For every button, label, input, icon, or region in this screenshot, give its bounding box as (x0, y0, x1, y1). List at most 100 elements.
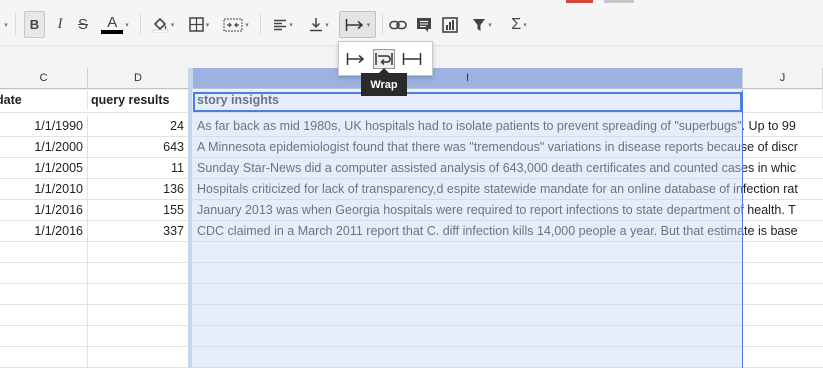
cell[interactable]: 1/1/2016 (0, 221, 88, 241)
cell[interactable]: 11 (88, 158, 189, 178)
table-row: 1/1/1990 24 As far back as mid 1980s, UK… (0, 116, 823, 137)
table-row: 1/1/2016 337 CDC claimed in a March 2011… (0, 221, 823, 242)
column-header-j[interactable]: J (743, 68, 823, 89)
text-wrapping-button[interactable]: ▾ (339, 11, 376, 38)
cell[interactable]: 643 (88, 137, 189, 157)
cell[interactable] (88, 347, 189, 367)
cell[interactable]: 1/1/1990 (0, 116, 88, 136)
insert-comment-button[interactable] (414, 11, 434, 38)
horizontal-align-button[interactable]: ▾ (268, 11, 298, 38)
cell[interactable] (88, 305, 189, 325)
cell[interactable]: As far back as mid 1980s, UK hospitals h… (193, 116, 823, 136)
text-color-swatch (101, 29, 124, 34)
chevron-down-icon: ▾ (523, 21, 527, 29)
cell[interactable]: 155 (88, 200, 189, 220)
overflow-option[interactable] (345, 49, 367, 69)
cell[interactable] (0, 242, 88, 262)
link-icon (389, 20, 407, 29)
table-row (0, 326, 823, 347)
cell-grid: date query results story insights 1/1/19… (0, 90, 823, 368)
column-header-label: D (134, 72, 142, 84)
chevron-down-icon: ▾ (325, 21, 329, 29)
cell[interactable]: January 2013 was when Georgia hospitals … (193, 200, 823, 220)
align-left-icon (274, 19, 287, 30)
chevron-down-icon: ▾ (289, 21, 293, 29)
cell[interactable] (88, 326, 189, 346)
cell[interactable] (88, 242, 189, 262)
chart-icon (442, 16, 458, 33)
insert-chart-button[interactable] (440, 11, 460, 38)
cell[interactable]: 1/1/2000 (0, 137, 88, 157)
table-row (0, 305, 823, 326)
borders-button[interactable]: ▾ (184, 11, 214, 38)
cell[interactable]: 24 (88, 116, 189, 136)
functions-label: Σ (511, 15, 522, 33)
tooltip-text: Wrap (370, 78, 398, 91)
cell[interactable] (0, 263, 88, 283)
wrap-option[interactable] (373, 49, 395, 69)
text-color-label: A (107, 13, 118, 31)
functions-button[interactable]: Σ ▾ (503, 11, 535, 38)
table-row: 1/1/2005 11 Sunday Star-News did a compu… (0, 158, 823, 179)
cell[interactable]: CDC claimed in a March 2011 report that … (193, 221, 823, 241)
toolbar: ▾ B I S A ▾ ▾ ▾ ▾ ▾ ▾ ▾ ▾ Σ ▾ (0, 0, 823, 46)
cell[interactable] (88, 284, 189, 304)
italic-button[interactable]: I (51, 11, 69, 38)
text-color-button[interactable]: A ▾ (98, 11, 132, 38)
cell[interactable]: A Minnesota epidemiologist found that th… (193, 137, 823, 157)
cell[interactable]: 337 (88, 221, 189, 241)
bold-label: B (29, 17, 40, 32)
wrap-icon (375, 53, 393, 65)
cell[interactable]: Hospitals criticized for lack of transpa… (193, 179, 823, 199)
cell[interactable]: 1/1/2005 (0, 158, 88, 178)
cell[interactable] (88, 263, 189, 283)
fill-color-button[interactable]: ▾ (148, 11, 178, 38)
table-row (0, 347, 823, 368)
cell[interactable] (0, 305, 88, 325)
bold-button[interactable]: B (24, 11, 45, 38)
column-header-label: I (465, 72, 470, 84)
cell[interactable] (0, 284, 88, 304)
share-button-edge[interactable] (566, 0, 593, 3)
cell[interactable]: 136 (88, 179, 189, 199)
clip-option[interactable] (401, 49, 423, 69)
align-bottom-icon (310, 18, 323, 32)
table-row: 1/1/2016 155 January 2013 was when Georg… (0, 200, 823, 221)
filter-button[interactable]: ▾ (466, 11, 498, 38)
comment-icon (417, 17, 431, 32)
chevron-down-icon: ▾ (488, 21, 492, 29)
insert-link-button[interactable] (388, 11, 408, 38)
column-header-d[interactable]: D (88, 68, 189, 89)
cell[interactable]: story insights (193, 90, 743, 110)
cell[interactable]: date (0, 90, 88, 110)
cell[interactable] (0, 326, 88, 346)
italic-label: I (57, 16, 63, 32)
table-row: 1/1/2000 643 A Minnesota epidemiologist … (0, 137, 823, 158)
table-row (0, 242, 823, 263)
cell[interactable]: 1/1/2016 (0, 200, 88, 220)
chevron-down-icon: ▾ (245, 21, 249, 29)
account-button-edge[interactable] (604, 0, 634, 3)
previous-caret-icon[interactable]: ▾ (0, 11, 10, 38)
chevron-down-icon: ▾ (205, 21, 210, 29)
cell[interactable] (0, 347, 88, 367)
cell[interactable] (743, 90, 823, 110)
strikethrough-button[interactable]: S (74, 11, 92, 38)
column-header-c[interactable]: C (0, 68, 88, 89)
cell[interactable]: query results (88, 90, 189, 110)
cell[interactable]: Sunday Star-News did a computer assisted… (193, 158, 823, 178)
vertical-align-button[interactable]: ▾ (304, 11, 334, 38)
overflow-icon (345, 18, 363, 31)
paint-bucket-icon (152, 17, 168, 33)
column-header-label: C (39, 72, 48, 84)
chevron-down-icon: ▾ (366, 21, 371, 29)
table-row: 1/1/2010 136 Hospitals criticized for la… (0, 179, 823, 200)
chevron-down-icon: ▾ (125, 21, 129, 29)
merge-cells-button[interactable]: ▾ (218, 11, 254, 38)
table-row (0, 263, 823, 284)
cell[interactable]: 1/1/2010 (0, 179, 88, 199)
wrap-tooltip: Wrap (361, 68, 407, 96)
column-header-i[interactable]: I (193, 68, 743, 89)
strikethrough-label: S (77, 16, 88, 33)
borders-icon (188, 17, 204, 32)
